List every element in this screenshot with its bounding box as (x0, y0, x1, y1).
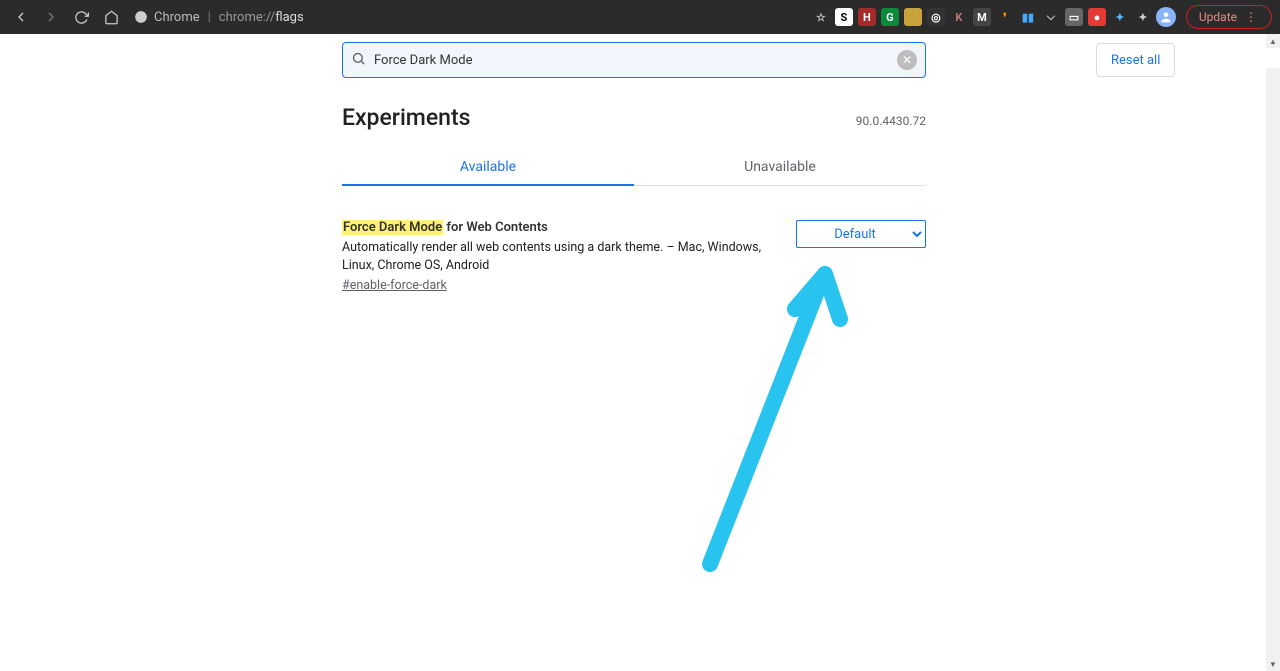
flag-description: Automatically render all web contents us… (342, 239, 778, 274)
tabs: Available Unavailable (342, 149, 926, 186)
address-bar[interactable]: Chrome | chrome://flags (134, 10, 304, 25)
pocket-icon[interactable]: ⌵ (1042, 8, 1060, 26)
ext-icon-4[interactable] (904, 8, 922, 26)
flag-hash-link[interactable]: #enable-force-dark (342, 278, 447, 293)
flag-title: Force Dark Mode for Web Contents (342, 220, 778, 235)
search-row: ✕ Reset all (0, 34, 1280, 86)
flag-item: Force Dark Mode for Web Contents Automat… (342, 220, 926, 293)
flag-title-rest: for Web Contents (443, 220, 548, 235)
ext-icon-5[interactable]: ◎ (927, 8, 945, 26)
ext-icon-8[interactable]: ❜ (996, 8, 1014, 26)
scrollbar-track[interactable] (1266, 68, 1280, 671)
clear-search-button[interactable]: ✕ (897, 50, 917, 70)
reload-button[interactable] (68, 4, 94, 30)
ext-icon-9[interactable]: ▮▮ (1019, 8, 1037, 26)
search-box: ✕ (342, 42, 926, 78)
reset-all-button[interactable]: Reset all (1096, 43, 1175, 77)
url-scheme: chrome:// (219, 10, 275, 25)
page-title: Experiments (342, 104, 856, 131)
scrollbar-down[interactable]: ▼ (1266, 657, 1280, 671)
update-label: Update (1199, 10, 1237, 24)
url-path: flags (275, 10, 303, 25)
update-button[interactable]: Update ⋮ (1186, 5, 1272, 29)
ext-icon-12[interactable]: ✦ (1111, 8, 1129, 26)
back-button[interactable] (8, 4, 34, 30)
tab-available[interactable]: Available (342, 149, 634, 185)
ext-icon-10[interactable]: ▭ (1065, 8, 1083, 26)
ext-icon-11[interactable]: ● (1088, 8, 1106, 26)
star-icon[interactable]: ☆ (812, 8, 830, 26)
version-label: 90.0.4430.72 (856, 114, 926, 128)
extensions-icon[interactable]: ✦ (1134, 8, 1152, 26)
ext-icon-7[interactable]: M (973, 8, 991, 26)
scrollbar-up[interactable]: ▲ (1266, 34, 1280, 48)
profile-avatar[interactable] (1156, 7, 1176, 27)
browser-toolbar: Chrome | chrome://flags ☆SHG◎KM❜▮▮⌵▭●✦✦ … (0, 0, 1280, 34)
ext-icon-6[interactable]: K (950, 8, 968, 26)
search-icon (351, 51, 366, 70)
search-input[interactable] (374, 53, 889, 68)
forward-button[interactable] (38, 4, 64, 30)
site-label: Chrome (154, 10, 200, 25)
page-content: ✕ Reset all Experiments 90.0.4430.72 Ava… (0, 34, 1280, 671)
tab-underline (342, 184, 634, 186)
ext-icon-3[interactable]: G (881, 8, 899, 26)
menu-dots-icon: ⋮ (1245, 10, 1257, 24)
ext-icon-1[interactable]: S (835, 8, 853, 26)
home-button[interactable] (98, 4, 124, 30)
tab-unavailable[interactable]: Unavailable (634, 149, 926, 185)
site-info-icon[interactable] (134, 10, 148, 24)
ext-icon-2[interactable]: H (858, 8, 876, 26)
address-separator: | (208, 10, 211, 25)
extensions-strip: ☆ SHG ◎ KM ❜ ▮▮ ⌵ ▭ ● ✦ ✦ (812, 8, 1152, 26)
flag-select[interactable]: Default (796, 220, 926, 248)
flag-title-highlight: Force Dark Mode (342, 220, 443, 235)
header-row: Experiments 90.0.4430.72 (342, 104, 926, 131)
